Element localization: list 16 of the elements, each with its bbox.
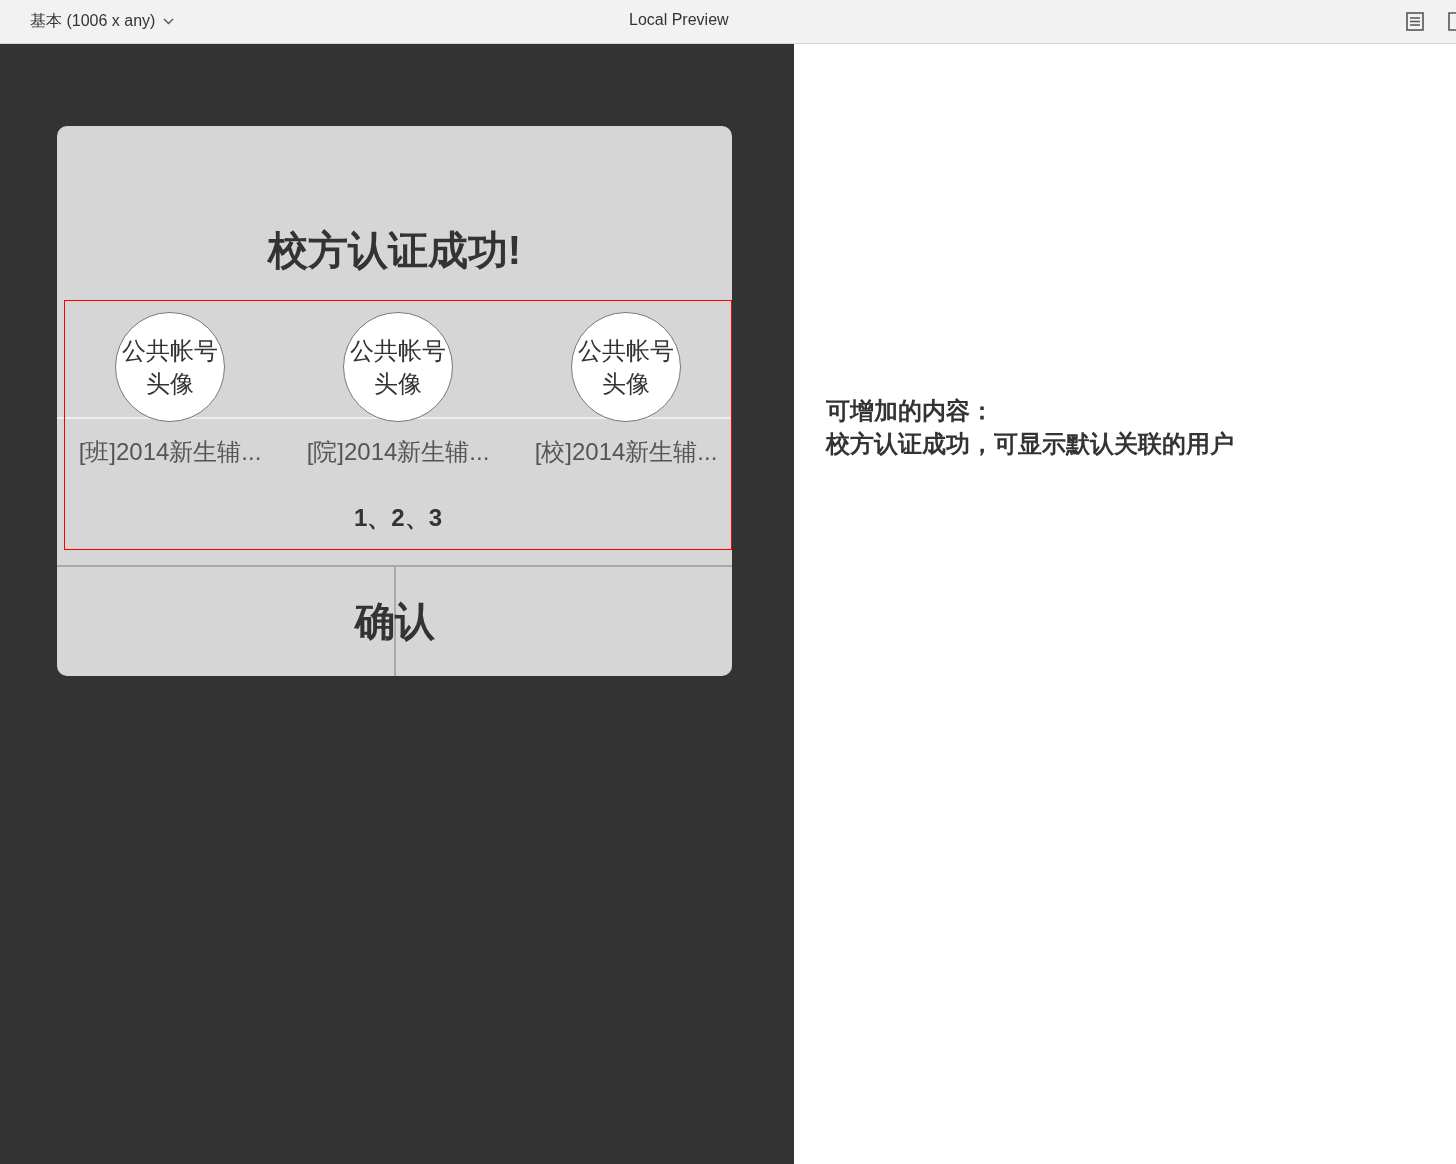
confirm-button[interactable]: 确认 [352, 594, 437, 649]
annotation-text: 校方认证成功，可显示默认关联的用户 [826, 429, 1235, 459]
account-name: [班]2014新生辅... [78, 437, 262, 467]
annotation-text: 可增加的内容： [826, 396, 995, 426]
account-name: [校]2014新生辅... [534, 437, 718, 467]
document-icon[interactable] [1406, 12, 1424, 31]
avatar-text: 公共帐号头像 [349, 336, 447, 399]
preview-title: Local Preview [629, 11, 729, 29]
annotation-number: 1、2、3 [353, 503, 442, 533]
panel-icon[interactable] [1448, 12, 1456, 31]
avatar-text: 公共帐号头像 [121, 336, 219, 399]
dialog-title: 校方认证成功! [266, 227, 523, 274]
chevron-down-icon [163, 18, 175, 25]
device-selector[interactable]: 基本 (1006 x any) [30, 11, 175, 32]
account-name: [院]2014新生辅... [306, 437, 490, 467]
avatar-text: 公共帐号头像 [577, 336, 675, 399]
